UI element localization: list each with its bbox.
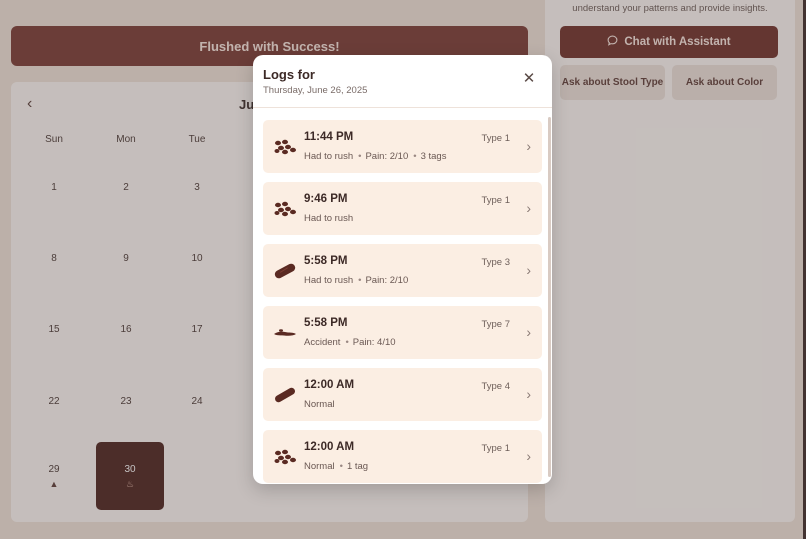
- chevron-right-icon: ›: [526, 324, 531, 340]
- log-time: 5:58 PM: [304, 255, 348, 267]
- log-list-scrollbar[interactable]: [548, 117, 551, 477]
- liquid-icon: [274, 329, 296, 336]
- log-entry[interactable]: 9:46 PM Type 1 Had to rush ›: [263, 182, 542, 235]
- log-stool-type: Type 3: [481, 257, 510, 268]
- logs-modal: Logs for Thursday, June 26, 2025 ✕ 11:44…: [253, 55, 552, 484]
- pellets-icon: [274, 449, 296, 465]
- chevron-right-icon: ›: [526, 138, 531, 154]
- chevron-right-icon: ›: [526, 200, 531, 216]
- log-details: Normal • 1 tag: [304, 461, 369, 472]
- log-time: 12:00 AM: [304, 441, 355, 453]
- log-time: 9:46 PM: [304, 193, 348, 205]
- log-entry[interactable]: 12:00 AM Type 4 Normal ›: [263, 368, 542, 421]
- log-stool-type: Type 1: [481, 443, 510, 454]
- sausage-icon: [274, 263, 296, 279]
- modal-header: Logs for Thursday, June 26, 2025 ✕: [253, 55, 552, 108]
- pellets-icon: [274, 201, 296, 217]
- chevron-right-icon: ›: [526, 448, 531, 464]
- chevron-right-icon: ›: [526, 262, 531, 278]
- log-details: Accident • Pain: 4/10: [304, 337, 396, 348]
- log-details: Normal: [304, 399, 335, 410]
- modal-date: Thursday, June 26, 2025: [263, 85, 368, 96]
- log-details: Had to rush: [304, 213, 354, 224]
- log-details: Had to rush • Pain: 2/10: [304, 275, 409, 286]
- smooth-icon: [275, 387, 295, 403]
- log-list: 11:44 PM Type 1 Had to rush • Pain: 2/10 • 3…: [263, 120, 542, 484]
- log-stool-type: Type 7: [481, 319, 510, 330]
- log-entry[interactable]: 5:58 PM Type 7 Accident • Pain: 4/10 ›: [263, 306, 542, 359]
- log-entry[interactable]: 5:58 PM Type 3 Had to rush • Pain: 2/10 ›: [263, 244, 542, 297]
- log-stool-type: Type 4: [481, 381, 510, 392]
- log-time: 5:58 PM: [304, 317, 348, 329]
- log-details: Had to rush • Pain: 2/10 • 3 tags: [304, 151, 447, 162]
- modal-title: Logs for: [263, 67, 315, 82]
- log-entry[interactable]: 11:44 PM Type 1 Had to rush • Pain: 2/10 • 3…: [263, 120, 542, 173]
- log-time: 11:44 PM: [304, 131, 354, 143]
- pellets-icon: [274, 139, 296, 155]
- log-time: 12:00 AM: [304, 379, 355, 391]
- close-icon[interactable]: ✕: [522, 71, 536, 86]
- log-stool-type: Type 1: [481, 133, 510, 144]
- chevron-right-icon: ›: [526, 386, 531, 402]
- log-entry[interactable]: 12:00 AM Type 1 Normal • 1 tag ›: [263, 430, 542, 483]
- log-stool-type: Type 1: [481, 195, 510, 206]
